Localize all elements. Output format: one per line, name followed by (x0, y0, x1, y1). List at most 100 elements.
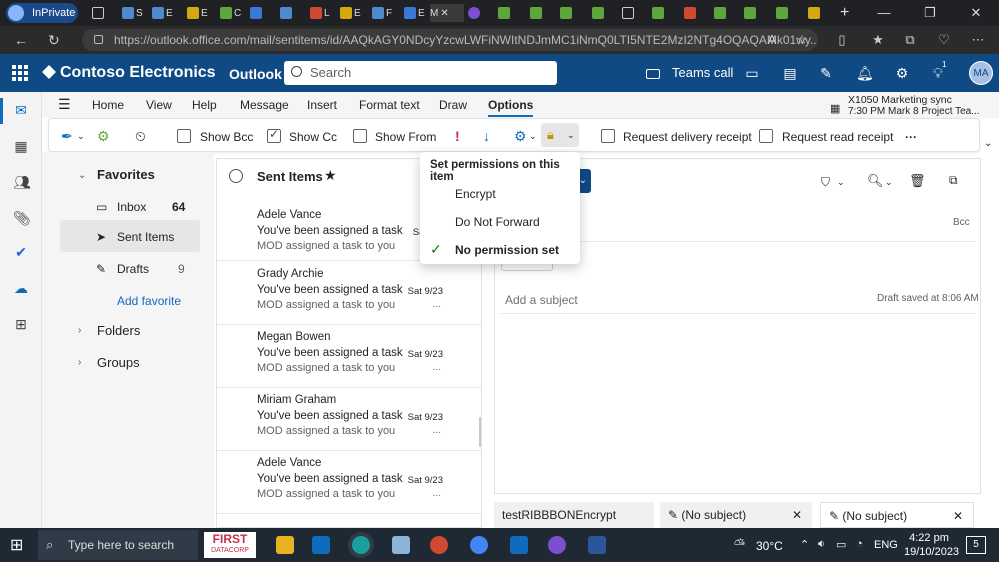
browser-tab[interactable] (652, 4, 682, 22)
check-names-icon[interactable]: ⚙ (97, 128, 110, 145)
wifi-icon[interactable]: ◔ (856, 538, 863, 550)
tab-actions-icon[interactable] (92, 4, 122, 22)
teams-call-button[interactable]: Teams call (672, 65, 733, 80)
chevron-down-icon[interactable]: ⌄ (885, 177, 893, 188)
browser-tab[interactable] (498, 4, 528, 22)
chevron-down-icon[interactable]: ⌄ (529, 131, 537, 142)
chevron-down-icon[interactable]: ⌄ (78, 170, 86, 181)
scrollbar[interactable] (479, 417, 481, 447)
bell-icon[interactable]: 🔔︎ (856, 65, 874, 81)
menu-item-encrypt[interactable]: Encrypt (420, 181, 580, 207)
more-icon[interactable]: ... (433, 425, 441, 436)
show-from-checkbox[interactable] (353, 129, 367, 143)
bcc-button[interactable]: Bcc (953, 217, 970, 228)
volume-icon[interactable]: 🔉︎ (818, 538, 825, 551)
groups-header[interactable]: Groups (97, 355, 140, 370)
tab-insert[interactable]: Insert (307, 98, 337, 112)
browser-tab[interactable] (560, 4, 590, 22)
language-indicator[interactable]: ENG (874, 539, 898, 551)
read-aloud-icon[interactable]: A (764, 32, 780, 48)
browser-tab[interactable] (280, 4, 310, 22)
list-item[interactable]: Grady Archie You've been assigned a task… (217, 262, 481, 325)
close-icon[interactable]: ✕ (953, 0, 999, 26)
taskbar-search[interactable]: ⌕ Type here to search (38, 530, 198, 560)
more-icon[interactable]: ⋯ (970, 32, 986, 48)
sensitivity-icon[interactable]: ⚙ (514, 128, 527, 145)
close-icon[interactable]: ✕ (792, 502, 802, 528)
people-icon[interactable]: 👥︎ (13, 174, 31, 190)
clock[interactable]: 4:22 pm 19/10/2023 (904, 531, 959, 559)
browser-tab-active[interactable]: M ✕ (430, 4, 464, 22)
app-launcher-icon[interactable] (12, 65, 28, 81)
todo-icon[interactable]: ✔ (13, 244, 29, 260)
delay-send-icon[interactable]: ⏲ (135, 128, 146, 145)
sensitivity-shield-icon[interactable]: ⛉ (821, 175, 830, 190)
battery-icon[interactable]: ▭ (836, 538, 846, 551)
maximize-icon[interactable]: ❐ (907, 0, 953, 26)
chat-icon[interactable]: ▭ (744, 65, 760, 81)
draft-tab[interactable]: ✎ (No subject) ✕ (660, 502, 812, 528)
browser-tab[interactable]: C (220, 4, 250, 22)
browser-tab[interactable] (776, 4, 806, 22)
browser-tab[interactable] (250, 4, 280, 22)
chevron-right-icon[interactable]: › (78, 357, 81, 368)
url-field[interactable]: https://outlook.office.com/mail/sentitem… (82, 29, 818, 51)
inprivate-badge[interactable]: InPrivate (6, 3, 78, 23)
menu-toggle-icon[interactable]: ☰ (58, 97, 71, 111)
folder-drafts[interactable]: Drafts (117, 262, 149, 276)
calendar-icon[interactable]: ▦ (13, 138, 29, 154)
windows-start-icon[interactable]: ⊞ (10, 535, 23, 555)
back-icon[interactable]: ← (14, 32, 28, 48)
more-options-button[interactable]: ··· (905, 130, 917, 144)
outlook-new-icon[interactable] (510, 536, 528, 554)
upcoming-meeting[interactable]: X1050 Marketing sync 7:30 PM Mark 8 Proj… (848, 94, 980, 118)
browser-tab[interactable]: F (372, 4, 402, 22)
tab-help[interactable]: Help (192, 98, 217, 112)
discard-icon[interactable]: 🗑︎ (909, 173, 926, 189)
browser-tab[interactable] (622, 4, 652, 22)
browser-tab[interactable]: L (310, 4, 340, 22)
browser-tab[interactable] (744, 4, 774, 22)
browser-tab[interactable] (808, 4, 838, 22)
popout-icon[interactable]: ⧉ (949, 173, 958, 188)
weather-icon[interactable]: ⛅︎ (734, 536, 745, 553)
list-item[interactable]: Miriam Graham You've been assigned a tas… (217, 388, 481, 451)
show-cc-checkbox[interactable] (267, 127, 281, 143)
browser-tab[interactable] (592, 4, 622, 22)
minimize-icon[interactable]: — (861, 0, 907, 26)
list-item[interactable]: Adele Vance You've been assigned a task … (217, 451, 481, 514)
more-icon[interactable]: ... (433, 362, 441, 373)
menu-item-do-not-forward[interactable]: Do Not Forward (420, 209, 580, 235)
teams-icon[interactable] (548, 536, 566, 554)
tab-message[interactable]: Message (240, 98, 289, 112)
request-read-checkbox[interactable] (759, 129, 773, 143)
office-icon[interactable]: ▤ (782, 65, 798, 81)
refresh-icon[interactable]: ↻ (48, 32, 60, 49)
browser-tab[interactable]: E (187, 4, 217, 22)
select-all-icon[interactable] (229, 169, 243, 183)
tab-format-text[interactable]: Format text (359, 98, 420, 112)
favorites-icon[interactable]: ★ (870, 32, 886, 48)
search-input[interactable]: Search (284, 61, 557, 85)
permissions-button[interactable]: 🔒︎ ⌄ (541, 123, 579, 147)
browser-tab[interactable] (468, 4, 498, 22)
low-importance-icon[interactable]: ↓ (483, 128, 490, 144)
draft-tab-active[interactable]: ✎ (No subject) ✕ (820, 502, 974, 528)
close-tab-icon[interactable]: ✕ (440, 8, 448, 19)
theme-icon[interactable]: ✒ (61, 128, 73, 145)
request-delivery-checkbox[interactable] (601, 129, 615, 143)
settings-gear-icon[interactable]: ⚙ (894, 65, 910, 81)
split-screen-icon[interactable]: ▯ (834, 32, 850, 48)
ribbon-expand-icon[interactable]: ⌄ (984, 138, 992, 149)
favorite-star-icon[interactable]: ★ (324, 167, 337, 184)
add-favorite-link[interactable]: Add favorite (117, 294, 181, 308)
list-item[interactable]: Megan Bowen You've been assigned a task … (217, 325, 481, 388)
tab-home[interactable]: Home (92, 98, 124, 112)
attachment-icon[interactable]: 📎︎ (13, 210, 31, 226)
browser-tab[interactable] (684, 4, 714, 22)
browser-tab[interactable]: E (340, 4, 370, 22)
more-apps-icon[interactable]: ⊞ (13, 316, 29, 332)
health-icon[interactable]: ♡ (936, 32, 952, 48)
mail-icon[interactable]: ✉ (13, 102, 29, 118)
tab-options[interactable]: Options (488, 98, 534, 117)
